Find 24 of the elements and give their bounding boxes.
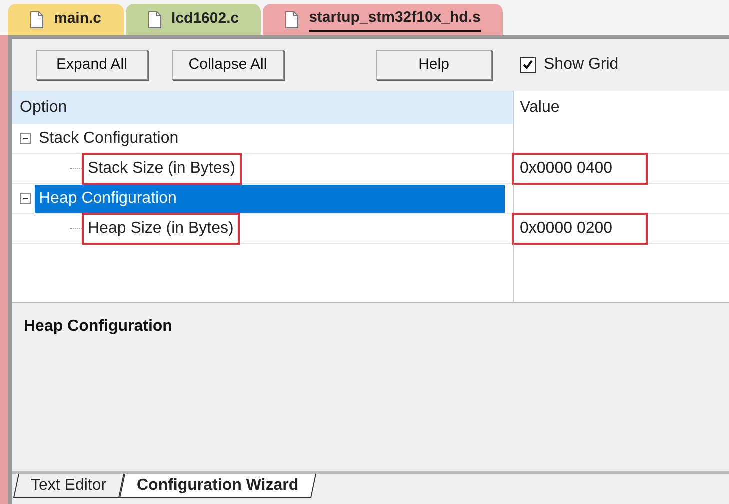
- collapse-toggle[interactable]: [20, 133, 31, 144]
- file-tab[interactable]: startup_stm32f10x_hd.s: [263, 4, 503, 35]
- bottom-tab[interactable]: Configuration Wizard: [119, 474, 316, 498]
- column-header: Option: [12, 91, 514, 124]
- column-header: Value: [519, 98, 561, 118]
- tree-item[interactable]: Stack Configuration: [35, 124, 183, 152]
- description-title: Heap Configuration: [24, 317, 174, 337]
- file-icon: [148, 10, 162, 28]
- bottom-tab[interactable]: Text Editor: [13, 474, 124, 498]
- file-tab[interactable]: lcd1602.c: [126, 4, 262, 35]
- value-cell[interactable]: 0x0000 0200: [514, 214, 646, 242]
- toolbar-button[interactable]: Help: [376, 50, 492, 80]
- toolbar-button[interactable]: Collapse All: [172, 50, 284, 80]
- checkbox[interactable]: [520, 57, 536, 73]
- collapse-toggle[interactable]: [20, 193, 31, 204]
- tree-item[interactable]: Heap Size (in Bytes): [84, 214, 238, 242]
- value-cell[interactable]: 0x0000 0400: [514, 154, 646, 182]
- file-icon: [30, 10, 44, 28]
- tree-item[interactable]: Stack Size (in Bytes): [84, 154, 240, 182]
- file-icon: [285, 10, 300, 28]
- tree-item[interactable]: Heap Configuration: [35, 184, 505, 212]
- toolbar-button[interactable]: Expand All: [36, 50, 148, 80]
- file-tab[interactable]: main.c: [8, 4, 124, 35]
- checkbox-label: Show Grid: [544, 55, 619, 75]
